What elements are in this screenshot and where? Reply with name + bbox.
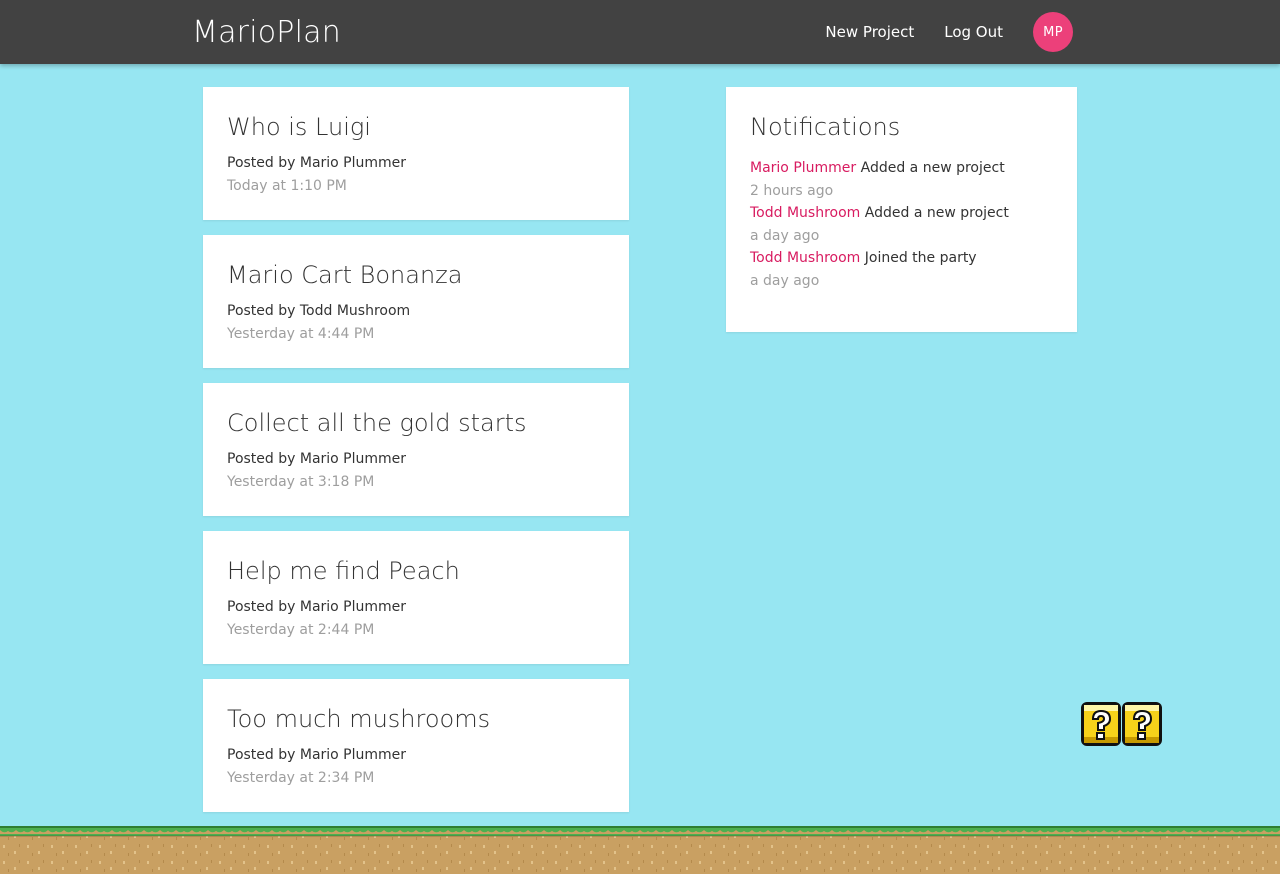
notification-text: Todd Mushroom Joined the party (750, 248, 1053, 268)
project-card[interactable]: Too much mushrooms Posted by Mario Plumm… (203, 679, 629, 812)
user-avatar[interactable]: MP (1033, 12, 1073, 52)
question-block-right (1122, 702, 1162, 746)
project-author: Posted by Todd Mushroom (227, 303, 411, 319)
log-out-link[interactable]: Log Out (944, 0, 1003, 64)
question-block-left (1081, 702, 1121, 746)
project-date: Today at 1:10 PM (227, 178, 347, 194)
notification-content: Added a new project (860, 160, 1005, 176)
project-card[interactable]: Who is Luigi Posted by Mario Plummer Tod… (203, 87, 629, 220)
project-date: Yesterday at 3:18 PM (227, 474, 375, 490)
notification-text: Todd Mushroom Added a new project (750, 203, 1053, 223)
brand-logo-link[interactable]: MarioPlan (192, 13, 341, 53)
project-title: Help me find Peach (227, 557, 460, 585)
project-card[interactable]: Collect all the gold starts Posted by Ma… (203, 383, 629, 516)
project-title: Too much mushrooms (227, 705, 491, 733)
project-title: Mario Cart Bonanza (227, 261, 463, 289)
notification-item: Mario Plummer Added a new project 2 hour… (750, 158, 1053, 201)
project-date: Yesterday at 4:44 PM (227, 326, 375, 342)
project-date: Yesterday at 2:34 PM (227, 770, 375, 786)
notification-user[interactable]: Todd Mushroom (750, 250, 860, 266)
notification-time: a day ago (750, 228, 820, 244)
project-card[interactable]: Help me find Peach Posted by Mario Plumm… (203, 531, 629, 664)
notification-item: Todd Mushroom Joined the party a day ago (750, 248, 1053, 291)
project-date: Yesterday at 2:44 PM (227, 622, 375, 638)
project-title: Who is Luigi (227, 113, 371, 141)
notification-text: Mario Plummer Added a new project (750, 158, 1053, 178)
notifications-title: Notifications (750, 113, 901, 141)
notification-user[interactable]: Todd Mushroom (750, 205, 860, 221)
notification-time: 2 hours ago (750, 183, 834, 199)
project-author: Posted by Mario Plummer (227, 747, 407, 763)
nav-links: New Project Log Out MP (825, 0, 1073, 64)
notification-content: Joined the party (864, 250, 977, 266)
notifications-panel: Notifications Mario Plummer Added a new … (726, 87, 1077, 332)
notification-user[interactable]: Mario Plummer (750, 160, 856, 176)
navbar: MarioPlan New Project Log Out MP (0, 0, 1280, 64)
project-author: Posted by Mario Plummer (227, 155, 407, 171)
project-list: Who is Luigi Posted by Mario Plummer Tod… (203, 87, 629, 827)
project-title: Collect all the gold starts (227, 409, 527, 437)
new-project-link[interactable]: New Project (825, 0, 914, 64)
notification-item: Todd Mushroom Added a new project a day … (750, 203, 1053, 246)
grass-ground (0, 826, 1280, 874)
notification-time: a day ago (750, 273, 820, 289)
project-author: Posted by Mario Plummer (227, 451, 407, 467)
project-author: Posted by Mario Plummer (227, 599, 407, 615)
notification-content: Added a new project (864, 205, 1009, 221)
question-block-icon (1081, 702, 1162, 746)
project-card[interactable]: Mario Cart Bonanza Posted by Todd Mushro… (203, 235, 629, 368)
